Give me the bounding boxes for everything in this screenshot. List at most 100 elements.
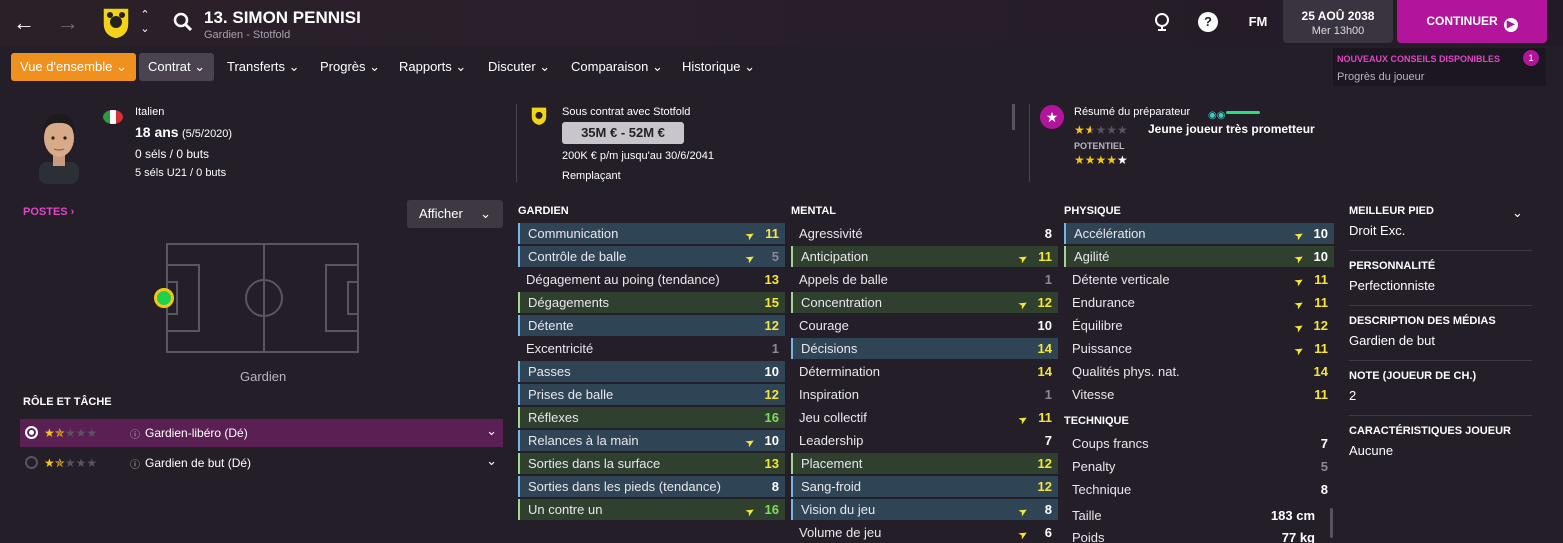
globe-trophy-icon[interactable] (1151, 11, 1173, 33)
info-value: 2 (1349, 388, 1357, 403)
attribute-row[interactable]: Coups francs 7 (1064, 433, 1334, 454)
tab-overview[interactable]: Vue d'ensemble ⌄ (11, 53, 136, 81)
squad-status: Remplaçant (562, 170, 621, 182)
star-badge-icon: ★ (1040, 105, 1064, 129)
attribute-row[interactable]: Qualités phys. nat. 14 (1064, 361, 1334, 382)
fm-menu-button[interactable]: FM (1246, 11, 1270, 33)
info-value: Perfectionniste (1349, 278, 1435, 293)
tab-reports[interactable]: Rapports ⌄ (390, 53, 475, 81)
attribute-row[interactable]: Sang-froid 12 (791, 476, 1058, 497)
role-row[interactable]: ★✯★★★ ⓘ Gardien de but (Dé) ⌄ (20, 449, 503, 477)
attribute-row[interactable]: Contrôle de balle ➤ 5 (518, 246, 785, 267)
attribute-row[interactable]: Détente 12 (518, 315, 785, 336)
date-box[interactable]: 25 AOÛ 2038 Mer 13h00 (1283, 0, 1393, 43)
attribute-row[interactable]: Passes 10 (518, 361, 785, 382)
scrollbar[interactable] (1330, 508, 1333, 538)
display-dropdown[interactable]: Afficher ⌄ (407, 200, 503, 228)
chevron-down-icon[interactable]: ⌄ (486, 453, 497, 469)
championship-rating: NOTE (JOUEUR DE CH.) 2 (1349, 370, 1532, 403)
attribute-value: 11 (1314, 341, 1328, 356)
attribute-row[interactable]: Décisions 14 (791, 338, 1058, 359)
goalkeeper-position-marker[interactable] (154, 288, 174, 308)
attribute-row[interactable]: Sorties dans les pieds (tendance) 8 (518, 476, 785, 497)
radio-selected-icon[interactable] (25, 426, 38, 439)
attribute-value: 5 (771, 249, 779, 264)
attribute-row[interactable]: Penalty 5 (1064, 456, 1334, 477)
attribute-row[interactable]: Un contre un ➤ 16 (518, 499, 785, 520)
attribute-row[interactable]: Courage 10 (791, 315, 1058, 336)
chevron-down-icon[interactable]: ⌄ (486, 423, 497, 439)
progress-arrow-icon: ➤ (1016, 297, 1031, 313)
attribute-row[interactable]: Concentration ➤ 12 (791, 292, 1058, 313)
attribute-name: Penalty (1072, 459, 1116, 474)
attribute-row[interactable]: Dégagement au poing (tendance) 13 (518, 269, 785, 290)
attribute-row[interactable]: Réflexes 16 (518, 407, 785, 428)
attribute-row[interactable]: Leadership 7 (791, 430, 1058, 451)
info-value: Gardien de but (1349, 333, 1436, 348)
attribute-name: Relances à la main (528, 433, 639, 448)
attribute-row[interactable]: Sorties dans la surface 13 (518, 453, 785, 474)
attribute-row[interactable]: Vision du jeu ➤ 8 (791, 499, 1058, 520)
attribute-row[interactable]: Inspiration 1 (791, 384, 1058, 405)
attribute-name: Technique (1072, 482, 1132, 497)
radio-unselected-icon[interactable] (25, 456, 38, 469)
forward-arrow-icon[interactable]: → (55, 10, 81, 36)
attribute-row[interactable]: Communication ➤ 11 (518, 223, 785, 244)
player-switch-chevrons-icon[interactable]: ⌃ ⌄ (138, 8, 152, 36)
attribute-row[interactable]: Prises de balle 12 (518, 384, 785, 405)
attribute-row[interactable]: Jeu collectif ➤ 11 (791, 407, 1058, 428)
info-icon[interactable]: ⓘ (130, 426, 140, 441)
attribute-row[interactable]: Équilibre ➤ 12 (1064, 315, 1334, 336)
attribute-row[interactable]: Dégagements 15 (518, 292, 785, 313)
tab-contract[interactable]: Contrat ⌄ (139, 53, 215, 81)
positions-link[interactable]: POSTES › (23, 206, 74, 218)
attribute-row[interactable]: Vitesse 11 (1064, 384, 1334, 405)
info-title: MEILLEUR PIED (1349, 205, 1434, 217)
attribute-name: Qualités phys. nat. (1072, 364, 1180, 379)
help-icon[interactable]: ? (1198, 12, 1218, 32)
player-subtitle: Gardien - Stotfold (204, 29, 291, 41)
tab-history[interactable]: Historique ⌄ (673, 53, 764, 81)
continue-button[interactable]: CONTINUER ▶ (1397, 0, 1547, 43)
attribute-row[interactable]: Endurance ➤ 11 (1064, 292, 1334, 313)
advice-notification[interactable]: NOUVEAUX CONSEILS DISPONIBLES Progrès du… (1333, 48, 1546, 86)
position-pitch[interactable] (154, 243, 359, 353)
u21-caps: 5 séls U21 / 0 buts (135, 167, 227, 179)
attribute-row[interactable]: Puissance ➤ 11 (1064, 338, 1334, 359)
attribute-row[interactable]: Accélération ➤ 10 (1064, 223, 1334, 244)
attribute-row[interactable]: Détermination 14 (791, 361, 1058, 382)
attribute-row[interactable]: Agilité ➤ 10 (1064, 246, 1334, 267)
attribute-name: Vitesse (1072, 387, 1115, 402)
info-icon[interactable]: ⓘ (130, 456, 140, 471)
tab-comparison[interactable]: Comparaison ⌄ (562, 53, 672, 81)
attribute-value: 11 (1038, 249, 1052, 264)
tab-transfers[interactable]: Transferts ⌄ (218, 53, 309, 81)
role-row[interactable]: ★✯★★★ ⓘ Gardien-libéro (Dé) ⌄ (20, 419, 503, 447)
search-icon[interactable] (172, 11, 194, 33)
attribute-value: 8 (1044, 502, 1052, 517)
advice-title: NOUVEAUX CONSEILS DISPONIBLES (1337, 54, 1501, 64)
attribute-row[interactable]: Excentricité 1 (518, 338, 785, 359)
attribute-row[interactable]: Relances à la main ➤ 10 (518, 430, 785, 451)
attribute-row[interactable]: Détente verticale ➤ 11 (1064, 269, 1334, 290)
attribute-row[interactable]: Placement 12 (791, 453, 1058, 474)
attribute-row[interactable]: Anticipation ➤ 11 (791, 246, 1058, 267)
attribute-name: Endurance (1072, 295, 1135, 310)
attribute-row[interactable]: Volume de jeu ➤ 6 (791, 522, 1058, 543)
attribute-row[interactable]: Technique 8 (1064, 479, 1334, 500)
progress-arrow-icon: ➤ (743, 228, 758, 244)
attribute-value: 12 (1313, 318, 1328, 333)
attribute-row[interactable]: Agressivité 8 (791, 223, 1058, 244)
chevron-down-icon: ⌄ (480, 206, 491, 221)
chevron-down-icon[interactable]: ⌄ (1512, 205, 1523, 221)
attribute-value: 7 (1320, 436, 1328, 451)
scroll-handle[interactable] (1012, 104, 1015, 130)
back-arrow-icon[interactable]: ← (11, 10, 37, 36)
display-label: Afficher (419, 206, 463, 221)
tab-progress[interactable]: Progrès ⌄ (311, 53, 389, 81)
club-crest-icon[interactable] (101, 6, 131, 40)
transfer-value-badge[interactable]: 35M € - 52M € (562, 122, 684, 144)
attribute-row[interactable]: Appels de balle 1 (791, 269, 1058, 290)
tab-discuss[interactable]: Discuter ⌄ (479, 53, 559, 81)
attribute-value: 8 (771, 479, 779, 494)
